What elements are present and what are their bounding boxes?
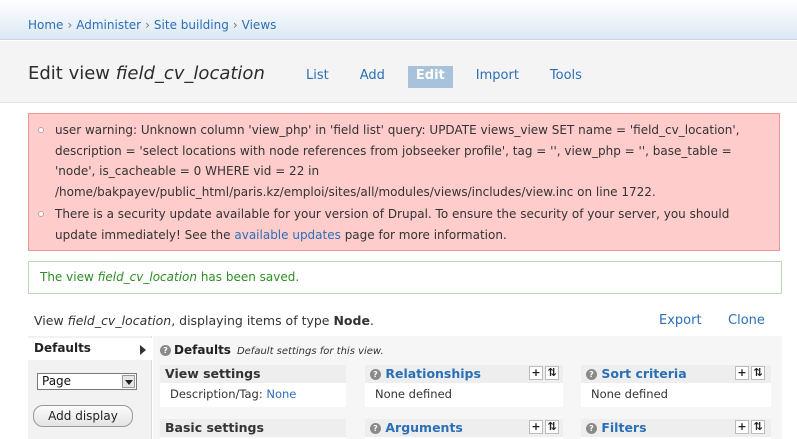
display-type-select[interactable]: Page	[37, 373, 137, 390]
display-type-value: Page	[42, 374, 72, 388]
sort-criteria-title[interactable]: Sort criteria	[601, 366, 686, 381]
view-info-name: field_cv_location	[67, 313, 172, 328]
warning-text: user warning: Unknown column 'view_php' …	[55, 123, 740, 199]
error-messages: user warning: Unknown column 'view_php' …	[28, 113, 780, 251]
view-info-post: .	[369, 313, 374, 328]
arrow-right-icon	[140, 345, 146, 355]
breadcrumb-home[interactable]: Home	[28, 18, 63, 32]
view-settings-panel: View settings Description/Tag: None	[160, 365, 346, 407]
view-settings-title: View settings	[160, 365, 346, 383]
tab-list[interactable]: List	[298, 66, 337, 88]
bullet-icon	[38, 127, 44, 133]
basic-settings-panel: Basic settings	[160, 419, 346, 439]
filters-title[interactable]: Filters	[601, 420, 646, 435]
top-bar: Home › Administer › Site building › Views	[0, 0, 797, 40]
defaults-header: ? Defaults Default settings for this view.	[160, 343, 384, 357]
relationships-value: None defined	[375, 387, 452, 401]
add-icon[interactable]: +	[735, 366, 749, 380]
chevron-down-icon[interactable]	[122, 375, 135, 388]
add-icon[interactable]: +	[529, 420, 543, 434]
view-info-pre: View	[34, 313, 68, 328]
status-pre: The view	[40, 270, 98, 284]
arguments-panel: ? Arguments + ⇅	[365, 419, 563, 439]
breadcrumb-site-building[interactable]: Site building	[154, 18, 229, 32]
rearrange-icon[interactable]: ⇅	[545, 366, 559, 380]
tab-import[interactable]: Import	[468, 66, 527, 88]
rearrange-icon[interactable]: ⇅	[751, 420, 765, 434]
rearrange-icon[interactable]: ⇅	[751, 366, 765, 380]
relationships-title[interactable]: Relationships	[385, 366, 481, 381]
view-info-type: Node	[333, 313, 370, 328]
display-tab-defaults[interactable]: Defaults	[28, 338, 152, 360]
add-icon[interactable]: +	[735, 420, 749, 434]
defaults-description: Default settings for this view.	[236, 346, 384, 357]
description-tag-label: Description/Tag:	[170, 387, 267, 401]
relationships-panel: ? Relationships + ⇅ None defined	[365, 365, 563, 407]
sort-criteria-panel: ? Sort criteria + ⇅ None defined	[581, 365, 771, 407]
status-view-name: field_cv_location	[97, 270, 197, 284]
clone-link[interactable]: Clone	[728, 313, 765, 328]
tab-bar: List Add Edit Import Tools	[298, 66, 605, 88]
title-prefix: Edit view	[28, 63, 116, 84]
add-display-button[interactable]: Add display	[33, 405, 133, 427]
filters-panel: ? Filters + ⇅	[581, 419, 771, 439]
breadcrumb-views[interactable]: Views	[242, 18, 277, 32]
description-tag-value[interactable]: None	[266, 387, 296, 401]
display-tab-label: Defaults	[34, 341, 91, 355]
help-icon[interactable]: ?	[586, 423, 597, 434]
status-message: The view field_cv_location has been save…	[28, 261, 782, 294]
help-icon[interactable]: ?	[160, 345, 171, 356]
basic-settings-title: Basic settings	[160, 419, 346, 437]
tab-add[interactable]: Add	[352, 66, 393, 88]
security-text-post: page for more information.	[340, 227, 507, 242]
help-icon[interactable]: ?	[370, 423, 381, 434]
breadcrumb: Home › Administer › Site building › Views	[28, 18, 276, 32]
breadcrumb-administer[interactable]: Administer	[76, 18, 141, 32]
rearrange-icon[interactable]: ⇅	[545, 420, 559, 434]
sort-criteria-value: None defined	[591, 387, 668, 401]
view-info-mid: , displaying items of type	[171, 313, 334, 328]
tab-tools[interactable]: Tools	[542, 66, 590, 88]
breadcrumb-separator: ›	[232, 18, 238, 32]
view-settings-body: Description/Tag: None	[160, 385, 346, 403]
export-link[interactable]: Export	[659, 313, 702, 328]
warning-message: user warning: Unknown column 'view_php' …	[38, 120, 769, 202]
breadcrumb-separator: ›	[67, 18, 73, 32]
available-updates-link[interactable]: available updates	[234, 228, 341, 242]
help-icon[interactable]: ?	[586, 369, 597, 380]
defaults-title: Defaults	[174, 343, 231, 357]
security-message: There is a security update available for…	[38, 204, 769, 245]
view-info: View field_cv_location, displaying items…	[34, 313, 374, 328]
tab-edit[interactable]: Edit	[407, 66, 453, 88]
breadcrumb-separator: ›	[145, 18, 150, 32]
arguments-title[interactable]: Arguments	[385, 420, 463, 435]
title-view-name: field_cv_location	[115, 63, 265, 84]
help-icon[interactable]: ?	[370, 369, 381, 380]
add-icon[interactable]: +	[529, 366, 543, 380]
status-post: has been saved.	[197, 270, 300, 284]
page-title: Edit view field_cv_location	[28, 63, 265, 84]
bullet-icon	[38, 211, 44, 217]
page-header: Edit view field_cv_location List Add Edi…	[0, 41, 797, 103]
